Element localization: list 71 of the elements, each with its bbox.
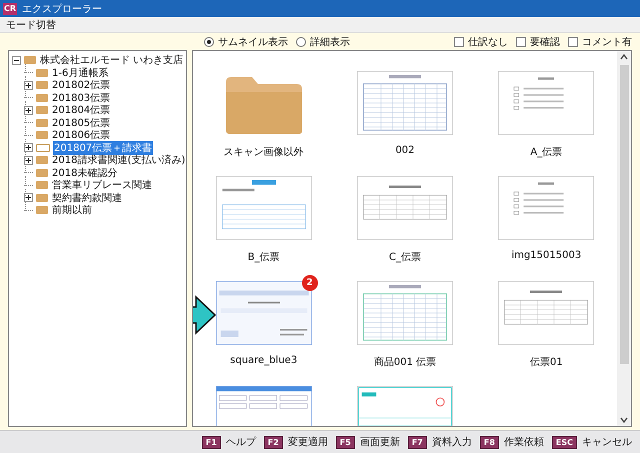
filter-checkbox[interactable]: コメント有 xyxy=(568,34,632,48)
thumbnail-label[interactable]: square_blue3 xyxy=(230,355,298,366)
thumbnail-label[interactable]: 商品001 伝票 xyxy=(374,355,436,369)
function-key-label: 変更適用 xyxy=(288,436,328,449)
vertical-scrollbar[interactable] xyxy=(617,51,631,426)
function-key-button[interactable]: F7 xyxy=(408,436,427,448)
thumbnail-label[interactable]: スキャン画像以外 xyxy=(224,145,304,159)
tree-item[interactable]: 契約書約款関連 xyxy=(51,190,123,205)
tree-item[interactable]: 201805伝票 xyxy=(51,116,112,130)
function-key-button[interactable]: F2 xyxy=(264,436,283,448)
folder-icon xyxy=(36,94,48,102)
folder-icon xyxy=(36,206,48,214)
tree-item[interactable]: 201802伝票 xyxy=(51,78,112,92)
expand-toggle-icon[interactable] xyxy=(24,106,33,115)
tree-item[interactable]: 201803伝票 xyxy=(51,90,112,105)
function-key-button[interactable]: F8 xyxy=(480,436,499,448)
function-key-label: 画面更新 xyxy=(360,436,400,449)
folder-icon xyxy=(36,144,50,152)
tree-item[interactable]: 2018未確認分 xyxy=(51,166,118,180)
folder-icon xyxy=(36,168,48,177)
document-thumbnail[interactable] xyxy=(356,279,453,347)
count-badge: 2 xyxy=(302,275,318,291)
tree-item[interactable]: 1-6月通帳系 xyxy=(51,66,110,80)
folder-icon xyxy=(36,68,48,77)
thumbnail-label[interactable]: img15015003 xyxy=(511,250,582,261)
tree-item[interactable]: 前期以前 xyxy=(51,203,93,218)
filter-checkbox[interactable]: 要確認 xyxy=(516,34,560,48)
folder-icon xyxy=(24,56,36,64)
folder-icon xyxy=(36,81,48,90)
tree-item[interactable]: 201804伝票 xyxy=(51,103,112,118)
function-key-label: ヘルプ xyxy=(226,436,256,449)
tree-item[interactable]: 201806伝票 xyxy=(51,128,112,142)
function-key-label: キャンセル xyxy=(582,436,632,449)
thumbnail-label[interactable]: B_伝票 xyxy=(248,250,280,264)
expand-toggle-icon[interactable] xyxy=(24,80,33,90)
function-key-label: 資料入力 xyxy=(432,436,472,449)
tree-item[interactable]: 201807伝票＋請求書 xyxy=(53,140,154,155)
menu-item[interactable]: モード切替 xyxy=(6,18,56,32)
document-thumbnail[interactable] xyxy=(498,69,594,137)
view-mode-radio[interactable]: サムネイル表示 xyxy=(204,34,288,48)
window-title: エクスプローラー xyxy=(22,2,102,16)
filter-checkbox[interactable]: 仕訳なし xyxy=(454,34,508,48)
function-key-label: 作業依頼 xyxy=(504,436,544,449)
expand-toggle-icon[interactable] xyxy=(24,156,33,165)
document-thumbnail[interactable] xyxy=(498,174,594,242)
folder-icon xyxy=(36,118,48,127)
function-key-button[interactable]: F1 xyxy=(202,436,221,448)
thumbnail-label[interactable]: 002 xyxy=(395,145,415,156)
tree-item[interactable]: 2018請求書関連(支払い済み) xyxy=(51,153,186,168)
collapse-toggle-icon[interactable] xyxy=(12,56,21,65)
folder-icon xyxy=(36,131,48,140)
app-badge: CR xyxy=(3,2,18,14)
thumbnail-label[interactable]: C_伝票 xyxy=(389,250,421,264)
folder-icon xyxy=(36,106,48,114)
function-key-button[interactable]: F5 xyxy=(336,436,355,448)
document-thumbnail[interactable] xyxy=(216,174,312,242)
folder-icon xyxy=(36,181,48,190)
thumbnail-label[interactable]: A_伝票 xyxy=(530,145,562,159)
document-thumbnail[interactable] xyxy=(356,174,453,242)
document-thumbnail[interactable] xyxy=(216,279,312,347)
tree-item[interactable]: 株式会社エルモード いわき支店 xyxy=(39,53,184,68)
function-key-button[interactable]: ESC xyxy=(552,436,577,448)
expand-toggle-icon[interactable] xyxy=(24,193,33,202)
thumbnail-label[interactable]: 伝票01 xyxy=(530,355,563,369)
expand-toggle-icon[interactable] xyxy=(24,143,33,152)
folder-icon xyxy=(36,194,48,202)
document-thumbnail[interactable] xyxy=(356,69,453,137)
folder-icon xyxy=(36,156,48,164)
view-mode-radio[interactable]: 詳細表示 xyxy=(296,34,350,48)
tree-item[interactable]: 営業車リブレース関連 xyxy=(51,178,153,192)
document-thumbnail[interactable] xyxy=(498,279,594,347)
